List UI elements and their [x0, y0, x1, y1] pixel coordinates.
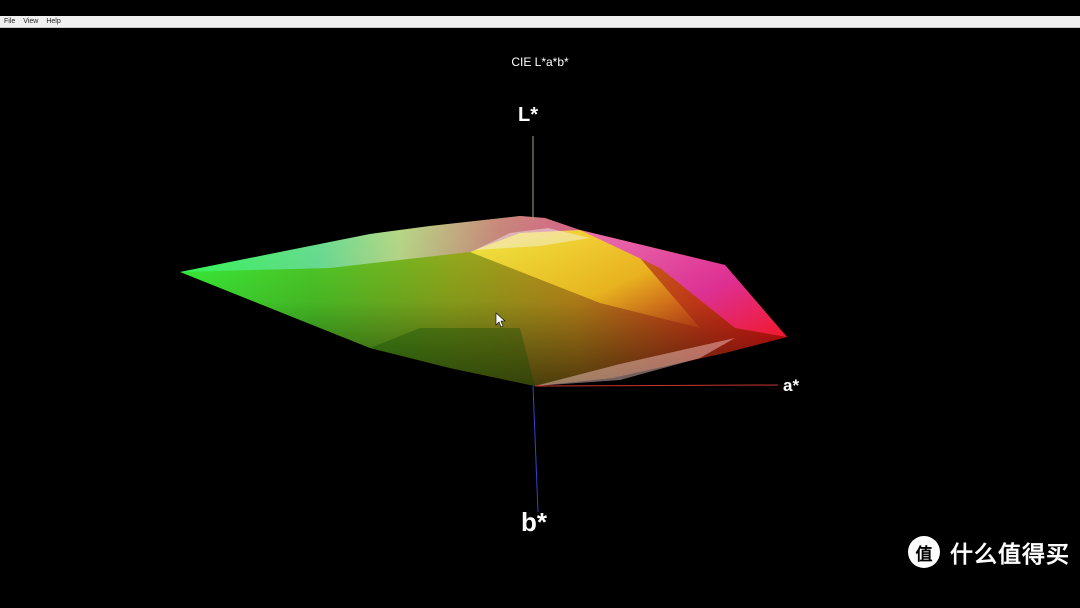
a-axis-label: a* [783, 376, 800, 395]
watermark: 值 什么值得买 [908, 534, 1070, 570]
b-axis-line [532, 385, 539, 513]
menu-view[interactable]: View [19, 16, 42, 28]
l-axis-label: L* [518, 104, 538, 126]
3d-gamut-viewport[interactable]: CIE L*a*b* L* a* b* [0, 28, 1080, 608]
menu-help[interactable]: Help [42, 16, 64, 28]
plot-title: CIE L*a*b* [511, 55, 569, 69]
watermark-logo-icon: 值 [908, 536, 940, 568]
menu-bar: File View Help [0, 16, 1080, 28]
a-axis-line [534, 384, 779, 387]
top-black-strip [0, 0, 1080, 16]
b-axis-label: b* [521, 507, 547, 537]
watermark-text: 什么值得买 [950, 541, 1070, 567]
menu-file[interactable]: File [0, 16, 19, 28]
